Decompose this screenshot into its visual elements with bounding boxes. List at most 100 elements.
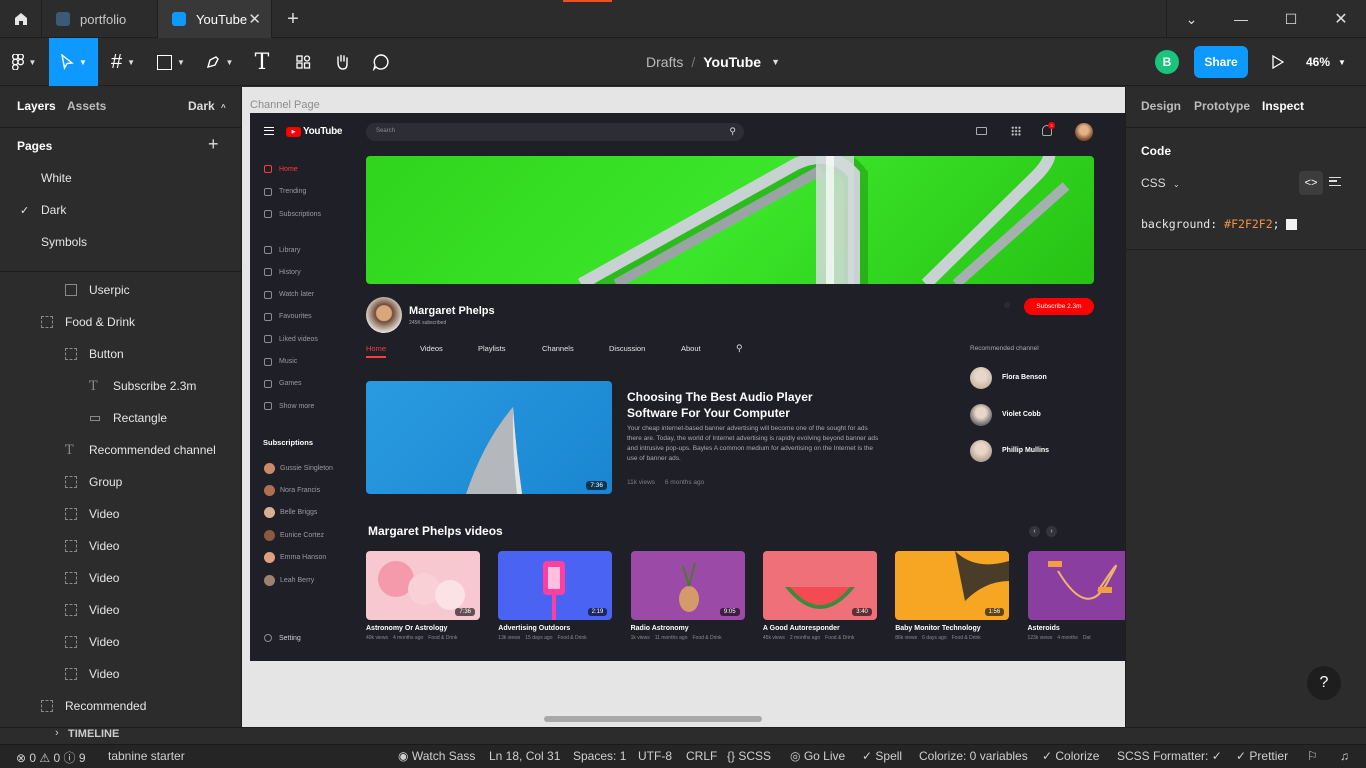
channel-search-icon[interactable]: ⚲	[736, 343, 743, 354]
video-title[interactable]: A Good Autoresponder	[763, 625, 877, 632]
yt-subscription-item[interactable]: Eunice Cortez	[264, 529, 324, 541]
yt-subscription-item[interactable]: Nora Francis	[264, 484, 320, 496]
page-item-symbols[interactable]: Symbols	[0, 226, 242, 258]
minimize-button[interactable]: —	[1216, 0, 1266, 38]
pen-tool[interactable]: ▼	[196, 38, 242, 86]
recommended-channel-name[interactable]: Violet Cobb	[1002, 411, 1041, 418]
code-language-dropdown[interactable]: CSS ⌄	[1141, 176, 1180, 190]
channel-avatar[interactable]	[366, 297, 402, 333]
yt-subscription-item[interactable]: Emma Hanson	[264, 552, 326, 564]
shape-tool[interactable]: ▼	[148, 38, 194, 86]
search-input[interactable]: Search ⚲	[366, 123, 744, 141]
layer-row[interactable]: Userpic	[0, 274, 242, 306]
canvas[interactable]: Channel Page ▶ YouTube Search ⚲ 3 Home Tr…	[242, 87, 1125, 727]
yt-sidebar-item[interactable]: Library	[264, 244, 300, 256]
colorize-variables[interactable]: Colorize: 0 variables	[919, 749, 1028, 763]
avatar[interactable]	[970, 440, 992, 462]
code-view-icon[interactable]: <>	[1299, 171, 1323, 195]
encoding[interactable]: UTF-8	[638, 749, 672, 763]
layer-row[interactable]: Video	[0, 498, 242, 530]
line-ending[interactable]: CRLF	[686, 749, 717, 763]
resources-tool[interactable]	[284, 38, 322, 86]
yt-subscription-item[interactable]: Belle Briggs	[264, 507, 317, 519]
video-camera-icon[interactable]	[976, 127, 987, 135]
close-tab-icon[interactable]: ✕	[248, 10, 261, 28]
tab-inspect[interactable]: Inspect	[1262, 99, 1304, 113]
video-thumbnail[interactable]: 9:05	[630, 551, 745, 620]
youtube-logo[interactable]: ▶ YouTube	[286, 126, 343, 137]
yt-sidebar-item[interactable]: Music	[264, 356, 297, 368]
avatar[interactable]	[970, 367, 992, 389]
user-avatar[interactable]	[1075, 123, 1093, 141]
frame-tool[interactable]: # ▼	[100, 38, 146, 86]
layer-row[interactable]: Video	[0, 562, 242, 594]
page-item-white[interactable]: White	[0, 162, 242, 194]
video-card[interactable]: 9:05 Radio Astronomy 1k views 11 months ago…	[630, 551, 745, 641]
channel-tab[interactable]: Playlists	[478, 344, 506, 353]
layer-row[interactable]: Group	[0, 466, 242, 498]
video-card[interactable]: 2:19 Advertising Outdoors 13k views 15 days…	[498, 551, 613, 641]
prev-arrow-icon[interactable]: ‹	[1029, 526, 1040, 537]
video-card[interactable]: 1:56 Baby Monitor Technology 86k views 6 da…	[895, 551, 1010, 641]
zoom-dropdown[interactable]: 46% ▼	[1306, 38, 1346, 86]
featured-thumbnail[interactable]: 7:36	[366, 381, 612, 494]
subscribe-button[interactable]: Subscribe 2.3m	[1024, 298, 1094, 315]
yt-subscription-item[interactable]: Leah Berry	[264, 574, 314, 586]
tab-assets[interactable]: Assets	[67, 99, 106, 113]
tab-youtube[interactable]: YouTube ✕	[158, 0, 272, 38]
problems-indicator[interactable]: ⊗ 0 ⚠ 0 ⓘ 9	[16, 749, 86, 766]
yt-sidebar-item[interactable]: Home	[264, 163, 298, 175]
hand-tool[interactable]	[324, 38, 360, 86]
yt-sidebar-item[interactable]: Liked videos	[264, 333, 318, 345]
yt-setting-item[interactable]: Setting	[264, 632, 301, 644]
feedback-icon[interactable]: ⚐	[1307, 749, 1318, 763]
new-tab-button[interactable]: +	[272, 0, 314, 38]
add-page-button[interactable]: +	[208, 134, 219, 155]
list-view-icon[interactable]	[1329, 177, 1341, 186]
avatar[interactable]: B	[1155, 50, 1179, 74]
share-button[interactable]: Share	[1194, 46, 1248, 78]
apps-grid-icon[interactable]	[1011, 126, 1021, 136]
timeline-panel[interactable]: › TIMELINE	[0, 727, 1366, 744]
recommended-channel-name[interactable]: Phillip Mullins	[1002, 447, 1049, 454]
video-title[interactable]: Asteroids	[1028, 625, 1126, 632]
language-mode[interactable]: {} SCSS	[727, 749, 771, 763]
indentation[interactable]: Spaces: 1	[573, 749, 626, 763]
prettier-status[interactable]: ✓ Prettier	[1236, 749, 1288, 763]
video-thumbnail[interactable]: 4	[1027, 551, 1125, 620]
home-tab[interactable]	[0, 0, 42, 38]
chevron-down-icon[interactable]: ⌄	[1166, 0, 1216, 38]
tab-layers[interactable]: Layers	[17, 99, 56, 113]
channel-tab[interactable]: Discussion	[609, 344, 645, 353]
cursor-position[interactable]: Ln 18, Col 31	[489, 749, 560, 763]
frame-label[interactable]: Channel Page	[250, 99, 320, 111]
tab-portfolio[interactable]: portfolio	[42, 0, 158, 38]
search-icon[interactable]: ⚲	[729, 126, 736, 137]
move-tool[interactable]: ▼	[49, 38, 98, 86]
next-arrow-icon[interactable]: ›	[1046, 526, 1057, 537]
video-card[interactable]: 7:36 Astronomy Or Astrology 40k views 4 mon…	[366, 551, 480, 641]
close-window-button[interactable]: ✕	[1316, 0, 1366, 38]
layer-row[interactable]: T Recommended channel	[0, 434, 242, 466]
video-title[interactable]: Astronomy Or Astrology	[366, 625, 480, 632]
layer-row[interactable]: Button	[0, 338, 242, 370]
featured-title[interactable]: Choosing The Best Audio Player Software …	[627, 389, 813, 421]
yt-sidebar-item[interactable]: Watch later	[264, 289, 314, 301]
video-card[interactable]: 3:40 A Good Autoresponder 45k views 2 month…	[762, 551, 877, 641]
video-thumbnail[interactable]: 1:56	[895, 551, 1010, 620]
video-title[interactable]: Baby Monitor Technology	[895, 625, 1009, 632]
page-dropdown[interactable]: Dark ^	[188, 99, 226, 113]
horizontal-scrollbar[interactable]	[544, 716, 762, 722]
layer-row[interactable]: Video	[0, 594, 242, 626]
go-live-button[interactable]: ◎ Go Live	[790, 749, 845, 763]
css-code-line[interactable]: background: #F2F2F2 ;	[1141, 217, 1297, 231]
spell-check[interactable]: ✓ Spell	[862, 749, 902, 763]
layer-row[interactable]: Recommended	[0, 690, 242, 722]
video-thumbnail[interactable]: 7:36	[366, 551, 480, 620]
colorize-toggle[interactable]: ✓ Colorize	[1042, 749, 1099, 763]
tab-design[interactable]: Design	[1141, 99, 1181, 113]
file-name[interactable]: YouTube	[703, 54, 761, 70]
text-tool[interactable]: T	[244, 38, 280, 86]
page-item-dark[interactable]: ✓ Dark	[0, 194, 242, 226]
yt-sidebar-item[interactable]: Trending	[264, 186, 306, 198]
